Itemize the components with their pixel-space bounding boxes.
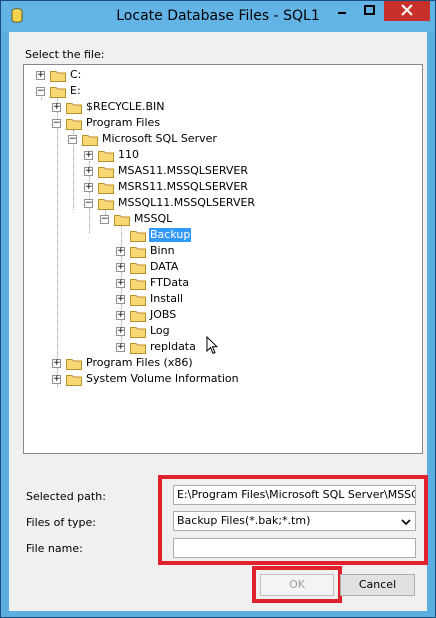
tree-node-recycle-bin[interactable]: + $RECYCLE.BIN [52, 99, 165, 115]
tree-node-binn[interactable]: + Binn [116, 243, 176, 259]
tree-node-repldata[interactable]: + repldata [116, 339, 197, 355]
expand-icon[interactable]: + [116, 342, 125, 352]
tree-node-e-drive[interactable]: − E: [36, 83, 82, 99]
node-label: MSSQL [134, 212, 173, 225]
tree-node-program-files-x86[interactable]: + Program Files (x86) [52, 355, 194, 371]
selected-path-label: Selected path: [26, 490, 106, 503]
tree-node-data[interactable]: + DATA [116, 259, 179, 275]
collapse-icon[interactable]: − [52, 118, 61, 128]
node-label: Log [150, 324, 170, 337]
folder-open-icon [66, 117, 82, 130]
expand-icon[interactable]: + [116, 294, 125, 304]
dialog-window: Locate Database Files - SQL1 Select the … [0, 0, 436, 618]
folder-icon [98, 149, 114, 162]
tree-node-msas11[interactable]: + MSAS11.MSSQLSERVER [84, 163, 249, 179]
expand-icon[interactable]: + [116, 326, 125, 336]
maximize-icon [364, 4, 375, 18]
tree-node-jobs[interactable]: + JOBS [116, 307, 177, 323]
mouse-cursor-icon [206, 335, 219, 358]
collapse-icon[interactable]: − [84, 198, 93, 208]
folder-icon [130, 261, 146, 274]
node-label: Binn [150, 244, 175, 257]
highlight-box-ok [252, 566, 342, 603]
node-label: Install [150, 292, 184, 305]
node-label: MSSQL11.MSSQLSERVER [118, 196, 256, 209]
tree-node-mssql11[interactable]: − MSSQL11.MSSQLSERVER [84, 195, 256, 211]
tree-node-msrs11[interactable]: + MSRS11.MSSQLSERVER [84, 179, 249, 195]
folder-icon [66, 101, 82, 114]
collapse-icon[interactable]: − [68, 134, 77, 144]
collapse-icon[interactable]: − [100, 214, 109, 224]
node-label: 110 [118, 148, 139, 161]
folder-icon [130, 229, 146, 242]
expand-icon[interactable]: + [84, 182, 93, 192]
folder-icon [130, 293, 146, 306]
node-label: E: [70, 84, 81, 97]
expand-icon[interactable]: + [52, 374, 61, 384]
folder-icon [130, 277, 146, 290]
folder-open-icon [114, 213, 130, 226]
expand-icon[interactable]: + [52, 358, 61, 368]
tree-node-system-volume-information[interactable]: + System Volume Information [52, 371, 240, 387]
expand-icon[interactable]: + [36, 70, 45, 80]
minimize-icon [337, 5, 347, 18]
files-of-type-label: Files of type: [26, 516, 97, 529]
tree-node-mssql[interactable]: − MSSQL [100, 211, 173, 227]
select-file-label: Select the file: [25, 48, 105, 61]
tree-node-microsoft-sql-server[interactable]: − Microsoft SQL Server [68, 131, 218, 147]
file-name-label: File name: [26, 542, 83, 555]
folder-icon [130, 325, 146, 338]
folder-icon [66, 373, 82, 386]
folder-icon [130, 245, 146, 258]
folder-icon [98, 165, 114, 178]
node-label: DATA [150, 260, 179, 273]
tree-node-backup[interactable]: Backup [130, 227, 192, 243]
expand-icon[interactable]: + [116, 310, 125, 320]
folder-icon [130, 309, 146, 322]
node-label-selected: Backup [149, 228, 192, 242]
tree-node-110[interactable]: + 110 [84, 147, 140, 163]
node-label: Microsoft SQL Server [102, 132, 217, 145]
tree-node-program-files[interactable]: − Program Files [52, 115, 161, 131]
tree-node-ftdata[interactable]: + FTData [116, 275, 190, 291]
expand-icon[interactable]: + [84, 166, 93, 176]
cancel-button[interactable]: Cancel [340, 574, 415, 596]
node-label: JOBS [150, 308, 177, 321]
folder-tree[interactable]: + C: − E: + $RECYCLE.BIN − Program Files [23, 64, 423, 454]
expand-icon[interactable]: + [116, 262, 125, 272]
node-label: MSAS11.MSSQLSERVER [118, 164, 249, 177]
node-label: FTData [150, 276, 190, 289]
expand-icon[interactable]: + [116, 246, 125, 256]
expand-icon[interactable]: + [84, 150, 93, 160]
highlight-box-fields [158, 475, 428, 565]
folder-icon [130, 341, 146, 354]
node-label: MSRS11.MSSQLSERVER [118, 180, 248, 193]
expand-icon[interactable]: + [52, 102, 61, 112]
tree-connector [57, 97, 58, 387]
title-bar[interactable]: Locate Database Files - SQL1 [1, 1, 435, 32]
folder-open-icon [98, 197, 114, 210]
folder-icon [98, 181, 114, 194]
node-label: repldata [150, 340, 196, 353]
folder-icon [66, 357, 82, 370]
expand-icon[interactable]: + [116, 278, 125, 288]
dialog-body: Select the file: + C: − E: + $RECYCLE.BI… [9, 32, 428, 611]
folder-open-icon [82, 133, 98, 146]
collapse-icon[interactable]: − [36, 86, 45, 96]
tree-node-c-drive[interactable]: + C: [36, 67, 82, 83]
maximize-button[interactable] [356, 1, 383, 21]
node-label: $RECYCLE.BIN [86, 100, 165, 113]
node-label: System Volume Information [86, 372, 239, 385]
node-label: Program Files (x86) [86, 356, 193, 369]
node-label: Program Files [86, 116, 161, 129]
folder-open-icon [50, 85, 66, 98]
tree-node-log[interactable]: + Log [116, 323, 171, 339]
node-label: C: [70, 68, 82, 81]
tree-node-install[interactable]: + Install [116, 291, 184, 307]
close-button[interactable] [384, 1, 430, 21]
close-icon [401, 3, 413, 19]
folder-icon [50, 69, 66, 82]
minimize-button[interactable] [328, 1, 355, 21]
